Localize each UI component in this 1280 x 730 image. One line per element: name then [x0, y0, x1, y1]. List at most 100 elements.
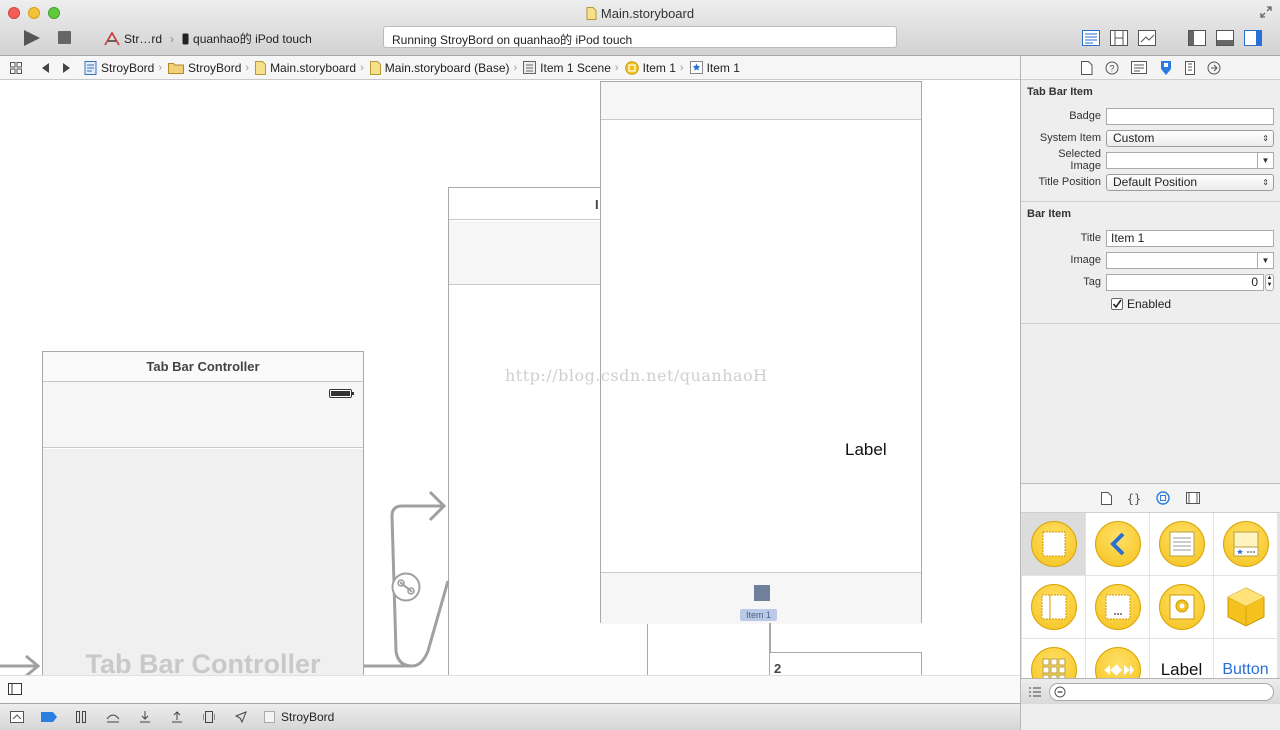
simulate-location-icon[interactable] [232, 711, 250, 723]
image-combo[interactable]: ▼ [1106, 251, 1274, 269]
breadcrumb-project[interactable]: StroyBord [84, 60, 154, 75]
toggle-utilities-button[interactable] [1242, 28, 1264, 48]
toggle-navigator-button[interactable] [1186, 28, 1208, 48]
scheme-name[interactable]: Str…rd [124, 32, 162, 46]
system-item-popup[interactable]: Custom ⇕ [1106, 129, 1274, 147]
library-tabs: {} [1021, 484, 1280, 513]
tab-bar-item-label[interactable]: Item 1 [740, 609, 778, 621]
media-library-icon[interactable] [1186, 492, 1200, 504]
enabled-checkbox-row[interactable]: Enabled [1027, 293, 1274, 315]
title-field[interactable]: Item 1 [1106, 229, 1274, 247]
breadcrumb-folder[interactable]: StroyBord [168, 61, 241, 75]
step-into-icon[interactable] [136, 711, 154, 723]
library-item-page-view-controller[interactable] [1086, 576, 1149, 638]
breakpoints-icon[interactable] [40, 712, 58, 722]
storyboard-file-icon [255, 60, 267, 75]
view-hierarchy-icon[interactable] [200, 711, 218, 723]
run-button[interactable] [22, 29, 42, 47]
ipod-device-icon [182, 33, 189, 45]
svg-text:?: ? [1109, 63, 1114, 73]
chevron-right-icon: › [679, 61, 684, 74]
standard-editor-button[interactable] [1080, 28, 1102, 48]
debug-target[interactable]: StroyBord [264, 710, 334, 724]
library-item-object[interactable] [1214, 576, 1277, 638]
tab-bar-item-icon [689, 61, 703, 74]
chevron-down-icon[interactable]: ▼ [1257, 252, 1273, 268]
title-position-popup[interactable]: Default Position ⇕ [1106, 173, 1274, 191]
breadcrumb-storyboard-base[interactable]: Main.storyboard (Base) [369, 60, 510, 75]
selected-image-combo[interactable]: ▼ [1106, 151, 1274, 169]
library-item-navigation-controller[interactable] [1086, 513, 1149, 575]
tab-bar-item-section: Tab Bar Item Badge System Item Custom ⇕ … [1021, 80, 1280, 202]
step-over-icon[interactable] [104, 711, 122, 723]
step-out-icon[interactable] [168, 711, 186, 723]
selected-image-label: Selected Image [1058, 148, 1101, 172]
file-template-library-icon[interactable] [1101, 491, 1112, 505]
version-editor-button[interactable] [1136, 28, 1158, 48]
badge-field[interactable] [1106, 107, 1274, 125]
library-item-split-view-controller[interactable] [1022, 576, 1085, 638]
item-1-view[interactable]: Label [601, 120, 921, 572]
pause-icon[interactable] [72, 711, 90, 723]
tag-field[interactable]: 0 [1106, 273, 1264, 291]
scene-title: Tab Bar Controller [43, 352, 363, 382]
enabled-checkbox[interactable] [1111, 298, 1123, 310]
breadcrumb-storyboard[interactable]: Main.storyboard [255, 60, 356, 75]
library-item-table-view-controller[interactable] [1150, 513, 1213, 575]
library-search-field[interactable] [1049, 682, 1274, 701]
library-item-tab-bar-controller[interactable] [1214, 513, 1277, 575]
breadcrumb-view-controller[interactable]: Item 1 [624, 60, 676, 75]
storyboard-canvas[interactable]: Tab Bar Controller Tab Bar Controller I … [0, 81, 1020, 675]
tag-row: Tag 0 ▲ ▼ [1027, 271, 1274, 293]
button-object-text: Button [1222, 661, 1269, 678]
tab-bar-controller-object-icon [1222, 521, 1269, 567]
tab-bar[interactable]: Item 1 [601, 572, 921, 624]
segue-link-icon[interactable] [391, 572, 421, 602]
stop-button[interactable] [58, 31, 71, 44]
document-outline-toggle-icon[interactable] [8, 683, 22, 695]
library-item-view-controller[interactable] [1022, 513, 1085, 575]
quick-help-icon[interactable]: ? [1105, 61, 1119, 75]
window-title: Main.storyboard [0, 6, 1280, 21]
chevron-right-icon: › [360, 61, 364, 74]
label-element[interactable]: Label [845, 440, 887, 460]
scene-icon [523, 61, 537, 74]
page-view-controller-object-icon [1094, 584, 1141, 630]
table-view-controller-object-icon [1158, 521, 1205, 567]
section-title: Bar Item [1027, 208, 1072, 220]
size-inspector-icon[interactable] [1184, 60, 1195, 75]
breadcrumb-scene[interactable]: Item 1 Scene [523, 61, 611, 75]
scheme-selector[interactable]: Str…rd › quanhao的 iPod touch [104, 30, 312, 47]
connections-inspector-icon[interactable] [1207, 61, 1221, 75]
view-controller-object-icon [1030, 521, 1077, 567]
attributes-inspector-icon[interactable] [1159, 60, 1173, 76]
chevron-down-icon[interactable]: ▼ [1257, 152, 1273, 168]
library-filter-bar [1021, 678, 1280, 704]
assistant-editor-button[interactable] [1108, 28, 1130, 48]
chevron-right-icon: › [170, 31, 175, 46]
device-name[interactable]: quanhao的 iPod touch [193, 30, 312, 47]
toggle-debug-area-button[interactable] [1214, 28, 1236, 48]
item-1-scene[interactable]: Label Item 1 [600, 81, 922, 624]
fullscreen-icon[interactable] [1260, 6, 1272, 18]
window-toolbar: Main.storyboard Str…rd › quanhao的 iPod t… [0, 0, 1280, 56]
jump-bar: StroyBord › StroyBord › Main.storyboard … [0, 56, 1020, 80]
storyboard-file-icon [369, 60, 381, 75]
breadcrumb-tab-bar-item[interactable]: Item 1 [689, 61, 740, 75]
identity-inspector-icon[interactable] [1130, 61, 1147, 74]
list-view-toggle-icon[interactable] [1029, 687, 1041, 697]
library-item-glkit-view-controller[interactable] [1150, 576, 1213, 638]
glkit-view-controller-object-icon [1158, 584, 1205, 630]
code-snippet-library-icon[interactable]: {} [1128, 492, 1140, 505]
badge-row: Badge [1027, 105, 1274, 127]
forward-arrow-icon[interactable] [56, 62, 76, 73]
file-inspector-icon[interactable] [1080, 60, 1093, 75]
related-items-icon[interactable] [6, 61, 26, 74]
system-item-row: System Item Custom ⇕ [1027, 127, 1274, 149]
view-controller-icon [624, 60, 639, 75]
object-library-icon[interactable] [1156, 491, 1170, 505]
tag-stepper[interactable]: ▲ ▼ [1265, 273, 1274, 291]
hide-debug-area-icon[interactable] [8, 711, 26, 723]
item-2-scene[interactable]: 2 [769, 652, 922, 675]
back-arrow-icon[interactable] [36, 62, 56, 73]
